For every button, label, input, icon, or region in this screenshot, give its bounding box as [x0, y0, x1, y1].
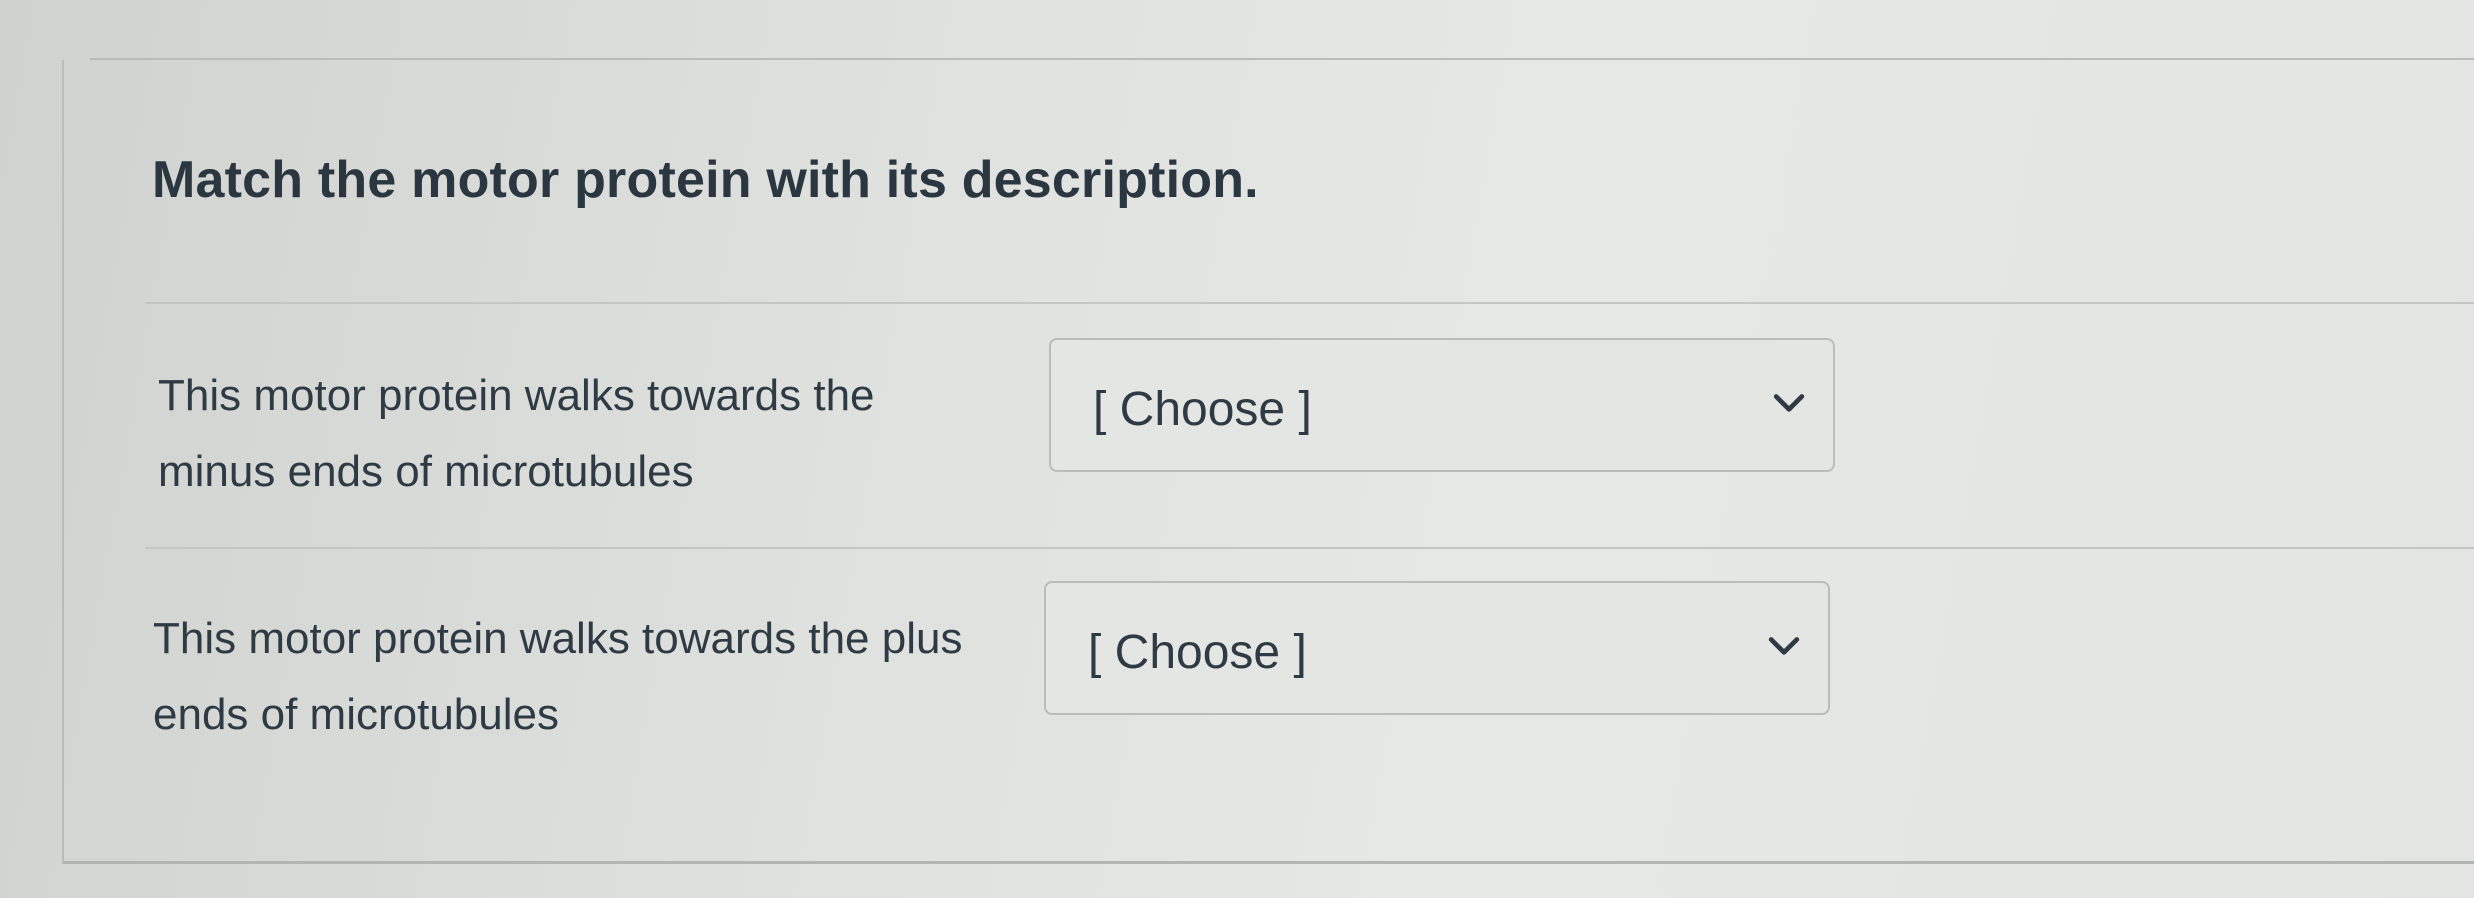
prompt-line: This motor protein walks towards the plu… — [153, 614, 963, 663]
prompt-line: ends of microtubules — [153, 690, 559, 739]
row-divider — [145, 547, 2474, 549]
select-value: [ Choose ] — [1093, 383, 1312, 436]
chevron-down-icon — [1773, 394, 1805, 412]
answer-select[interactable]: [ Choose ] — [1049, 338, 1835, 472]
question-title: Match the motor protein with its descrip… — [152, 151, 1259, 209]
chevron-down-icon — [1768, 637, 1800, 655]
select-value: [ Choose ] — [1088, 626, 1307, 679]
match-prompt: This motor protein walks towards the plu… — [153, 601, 1073, 753]
prompt-line: minus ends of microtubules — [158, 447, 694, 496]
row-divider — [145, 302, 2474, 304]
answer-select[interactable]: [ Choose ] — [1044, 581, 1830, 715]
prompt-line: This motor protein walks towards the — [158, 371, 875, 420]
match-prompt: This motor protein walks towards the min… — [158, 358, 1078, 510]
